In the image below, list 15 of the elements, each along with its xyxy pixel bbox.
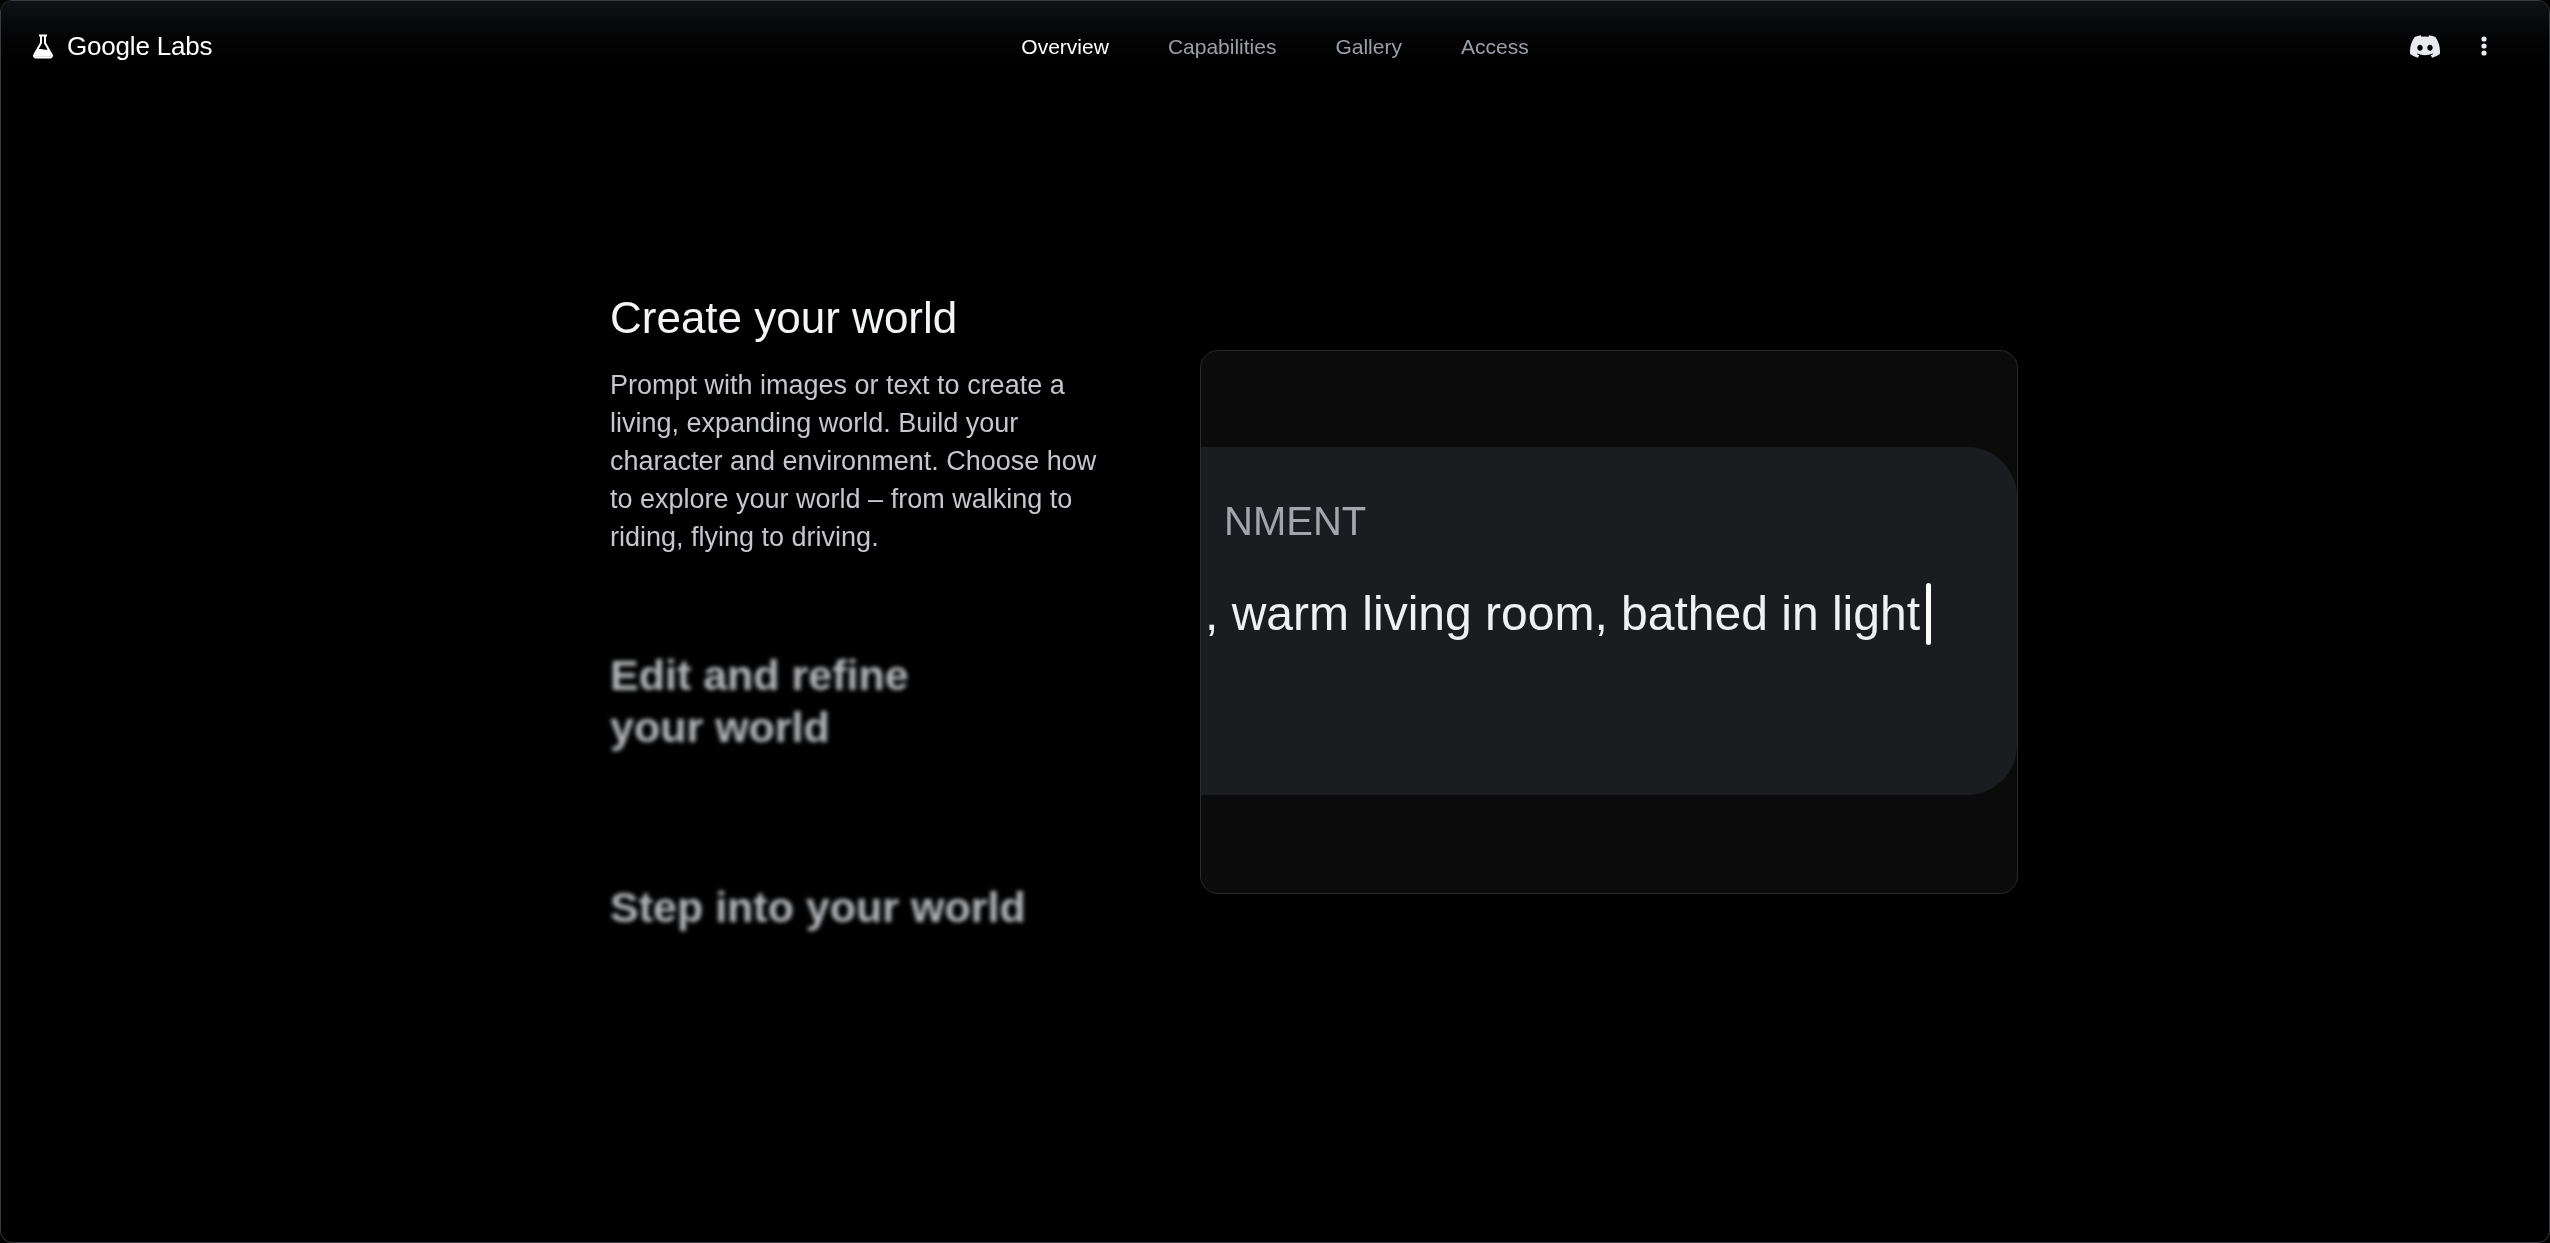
field-value: , warm living room, bathed in light bbox=[1205, 586, 1920, 642]
logo-text[interactable]: Google Labs bbox=[67, 33, 213, 59]
discord-icon bbox=[2410, 34, 2440, 58]
nav-link[interactable]: Overview bbox=[1009, 27, 1121, 65]
more-options-icon bbox=[2481, 36, 2487, 56]
feature-description: Prompt with images or text to create a living, expanding world. Build your character and environment. Choose how to explore your world – from walking to riding, flying to driving. bbox=[610, 369, 1098, 554]
nav-link[interactable]: Gallery bbox=[1323, 27, 1414, 65]
nav-link[interactable]: Access bbox=[1448, 27, 1541, 65]
feature-tab[interactable]: Edit and refine your world bbox=[610, 649, 909, 753]
flask-icon bbox=[31, 33, 55, 59]
prompt-field[interactable]: NMENT , warm living room, bathed in light bbox=[1201, 447, 2017, 795]
nav-link[interactable]: Capabilities bbox=[1155, 27, 1289, 65]
field-label: NMENT bbox=[1224, 498, 1367, 545]
feature-title: Create your world bbox=[610, 292, 958, 344]
feature-tab[interactable]: Step into your world bbox=[610, 881, 1026, 933]
